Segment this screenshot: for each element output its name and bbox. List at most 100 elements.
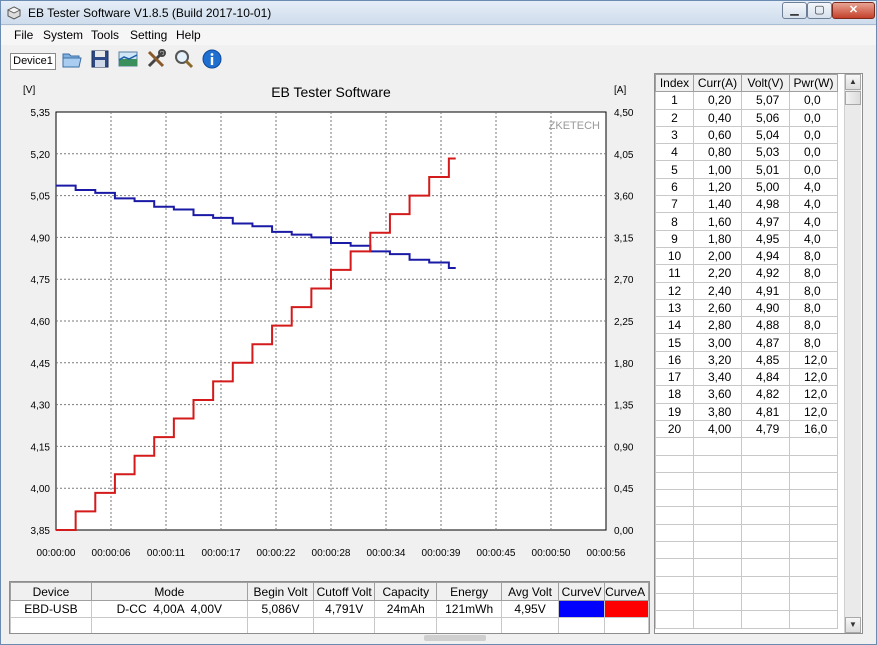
scroll-thumb[interactable] (845, 91, 861, 105)
grid-row[interactable]: 16 3,20 4,85 12,0 (655, 350, 838, 370)
curve-curr-color-swatch[interactable] (604, 600, 649, 618)
device-tab[interactable]: Device1 (10, 53, 56, 70)
grid-cell-index: 11 (655, 264, 694, 283)
minimize-button[interactable]: ▁ (782, 2, 807, 19)
scroll-down-icon[interactable]: ▼ (845, 617, 861, 633)
grid-cell-volt: 4,90 (741, 298, 790, 318)
grid-cell-volt: 4,92 (741, 264, 790, 283)
col-index-header[interactable]: Index (655, 73, 694, 93)
summary-capacity: 24mAh (374, 600, 438, 618)
grid-cell-pwr: 8,0 (789, 333, 838, 352)
summary-table: Device Mode Begin Volt Cutoff Volt Capac… (9, 581, 650, 634)
menu-system[interactable]: System (43, 28, 83, 42)
x-tick-label: 00:00:28 (312, 548, 351, 559)
menu-setting[interactable]: Setting (130, 28, 167, 42)
grid-row[interactable]: 13 2,60 4,90 8,0 (655, 298, 838, 318)
scroll-up-icon[interactable]: ▲ (845, 74, 861, 90)
grid-row[interactable]: 11 2,20 4,92 8,0 (655, 264, 838, 283)
grid-empty-row (655, 437, 838, 456)
grid-cell-curr: 3,40 (693, 368, 742, 387)
grid-cell-curr: 2,40 (693, 281, 742, 300)
grid-row[interactable]: 8 1,60 4,97 4,0 (655, 212, 838, 231)
summary-horizontal-scrollbar[interactable] (9, 634, 650, 642)
x-tick-label: 00:00:45 (477, 548, 516, 559)
grid-row[interactable]: 9 1,80 4,95 4,0 (655, 229, 838, 248)
x-tick-label: 00:00:39 (422, 548, 461, 559)
grid-cell-volt: 5,01 (741, 160, 790, 179)
x-tick-label: 00:00:17 (202, 548, 241, 559)
grid-row[interactable]: 2 0,40 5,06 0,0 (655, 108, 838, 127)
grid-cell-curr: 3,80 (693, 402, 742, 421)
grid-row[interactable]: 12 2,40 4,91 8,0 (655, 281, 838, 300)
grid-cell-index: 1 (655, 91, 694, 110)
grid-row[interactable]: 17 3,40 4,84 12,0 (655, 368, 838, 387)
window-title: EB Tester Software V1.8.5 (Build 2017-10… (28, 6, 272, 20)
col-curr-header[interactable]: Curr(A) (693, 73, 742, 93)
y-left-tick-label: 5,35 (31, 108, 51, 119)
horizontal-scroll-thumb[interactable] (424, 635, 486, 641)
grid-cell-volt: 4,79 (741, 419, 790, 439)
grid-cell-pwr: 4,0 (789, 195, 838, 214)
curve-volt-color-swatch[interactable] (558, 600, 606, 618)
col-volt-header[interactable]: Volt(V) (741, 73, 790, 93)
menu-tools[interactable]: Tools (91, 28, 119, 42)
grid-row[interactable]: 5 1,00 5,01 0,0 (655, 160, 838, 179)
menu-help[interactable]: Help (176, 28, 201, 42)
grid-row[interactable]: 10 2,00 4,94 8,0 (655, 246, 838, 266)
summary-col-cutoff-volt: Cutoff Volt (313, 582, 376, 601)
grid-cell-pwr: 8,0 (789, 246, 838, 266)
grid-row[interactable]: 19 3,80 4,81 12,0 (655, 402, 838, 421)
grid-cell-index: 15 (655, 333, 694, 352)
save-icon[interactable] (89, 48, 111, 70)
info-icon[interactable] (201, 48, 223, 70)
col-pwr-header[interactable]: Pwr(W) (789, 73, 838, 93)
summary-empty-row (10, 617, 649, 633)
data-grid[interactable]: Index Curr(A) Volt(V) Pwr(W) 1 0,20 5,07 0,… (654, 73, 863, 634)
y-left-tick-label: 4,45 (31, 359, 51, 370)
y-left-tick-label: 4,00 (31, 484, 51, 495)
grid-row[interactable]: 15 3,00 4,87 8,0 (655, 333, 838, 352)
grid-row[interactable]: 7 1,40 4,98 4,0 (655, 195, 838, 214)
x-tick-label: 00:00:50 (532, 548, 571, 559)
title-bar[interactable]: EB Tester Software V1.8.5 (Build 2017-10… (1, 1, 876, 25)
grid-row[interactable]: 1 0,20 5,07 0,0 (655, 91, 838, 110)
app-window: EB Tester Software V1.8.5 (Build 2017-10… (0, 0, 877, 645)
grid-cell-pwr: 0,0 (789, 125, 838, 145)
y-left-tick-label: 4,60 (31, 317, 51, 328)
tools-icon[interactable] (145, 48, 167, 70)
grid-row[interactable]: 6 1,20 5,00 4,0 (655, 177, 838, 197)
y-left-unit-label: [V] (23, 85, 35, 96)
grid-cell-curr: 1,40 (693, 195, 742, 214)
grid-cell-index: 19 (655, 402, 694, 421)
chart-view-icon[interactable] (117, 48, 139, 70)
y-right-tick-label: 0,00 (614, 526, 634, 537)
grid-cell-volt: 4,91 (741, 281, 790, 300)
grid-row[interactable]: 18 3,60 4,82 12,0 (655, 385, 838, 404)
summary-data-row[interactable]: EBD-USB D-CC 4,00A 4,00V 5,086V 4,791V 2… (10, 600, 649, 618)
grid-row[interactable]: 3 0,60 5,04 0,0 (655, 125, 838, 145)
search-icon[interactable] (173, 48, 195, 70)
y-right-tick-label: 4,05 (614, 150, 634, 161)
grid-cell-pwr: 8,0 (789, 281, 838, 300)
grid-cell-curr: 1,60 (693, 212, 742, 231)
summary-cutoff-volt: 4,791V (313, 600, 376, 618)
app-icon (7, 6, 21, 20)
grid-row[interactable]: 14 2,80 4,88 8,0 (655, 316, 838, 335)
y-right-tick-label: 0,90 (614, 442, 634, 453)
summary-col-device: Device (10, 582, 92, 601)
grid-cell-curr: 2,20 (693, 264, 742, 283)
grid-cell-volt: 4,82 (741, 385, 790, 404)
summary-device: EBD-USB (10, 600, 92, 618)
close-button[interactable]: ✕ (832, 2, 875, 19)
grid-row[interactable]: 4 0,80 5,03 0,0 (655, 143, 838, 162)
grid-vertical-scrollbar[interactable]: ▲ ▼ (844, 74, 861, 633)
grid-row[interactable]: 20 4,00 4,79 16,0 (655, 419, 838, 439)
grid-header-row: Index Curr(A) Volt(V) Pwr(W) (655, 73, 838, 93)
grid-cell-pwr: 4,0 (789, 229, 838, 248)
menu-file[interactable]: File (14, 28, 33, 42)
grid-cell-volt: 4,95 (741, 229, 790, 248)
open-folder-icon[interactable] (60, 48, 82, 70)
maximize-button[interactable]: ▢ (807, 2, 832, 19)
grid-cell-volt: 4,98 (741, 195, 790, 214)
grid-cell-index: 6 (655, 177, 694, 197)
